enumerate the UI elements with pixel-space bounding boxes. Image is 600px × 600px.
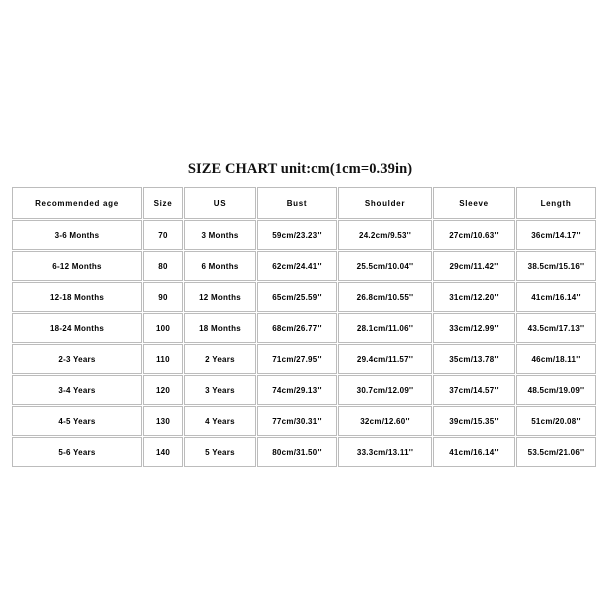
cell-recommended-age: 3-4 Years <box>12 375 142 405</box>
cell-shoulder: 29.4cm/11.57'' <box>338 344 432 374</box>
cell-bust: 77cm/30.31'' <box>257 406 337 436</box>
size-chart-table-container: Recommended age Size US Bust Shoulder Sl… <box>11 186 597 468</box>
cell-size: 80 <box>143 251 183 281</box>
table-row: 3-4 Years 120 3 Years 74cm/29.13'' 30.7c… <box>12 375 596 405</box>
column-header-sleeve: Sleeve <box>433 187 515 219</box>
cell-us: 4 Years <box>184 406 256 436</box>
cell-shoulder: 32cm/12.60'' <box>338 406 432 436</box>
column-header-length: Length <box>516 187 596 219</box>
cell-recommended-age: 4-5 Years <box>12 406 142 436</box>
cell-size: 130 <box>143 406 183 436</box>
cell-sleeve: 41cm/16.14'' <box>433 437 515 467</box>
cell-us: 12 Months <box>184 282 256 312</box>
column-header-shoulder: Shoulder <box>338 187 432 219</box>
cell-shoulder: 28.1cm/11.06'' <box>338 313 432 343</box>
table-row: 12-18 Months 90 12 Months 65cm/25.59'' 2… <box>12 282 596 312</box>
cell-shoulder: 30.7cm/12.09'' <box>338 375 432 405</box>
cell-length: 36cm/14.17'' <box>516 220 596 250</box>
column-header-bust: Bust <box>257 187 337 219</box>
cell-shoulder: 26.8cm/10.55'' <box>338 282 432 312</box>
cell-us: 6 Months <box>184 251 256 281</box>
cell-shoulder: 33.3cm/13.11'' <box>338 437 432 467</box>
cell-us: 3 Years <box>184 375 256 405</box>
cell-bust: 62cm/24.41'' <box>257 251 337 281</box>
cell-us: 3 Months <box>184 220 256 250</box>
cell-recommended-age: 3-6 Months <box>12 220 142 250</box>
table-header-row: Recommended age Size US Bust Shoulder Sl… <box>12 187 596 219</box>
cell-size: 140 <box>143 437 183 467</box>
table-row: 5-6 Years 140 5 Years 80cm/31.50'' 33.3c… <box>12 437 596 467</box>
cell-bust: 80cm/31.50'' <box>257 437 337 467</box>
cell-sleeve: 29cm/11.42'' <box>433 251 515 281</box>
size-chart-page: SIZE CHART unit:cm(1cm=0.39in) Recommend… <box>0 0 600 600</box>
cell-length: 48.5cm/19.09'' <box>516 375 596 405</box>
column-header-us: US <box>184 187 256 219</box>
cell-bust: 65cm/25.59'' <box>257 282 337 312</box>
cell-sleeve: 33cm/12.99'' <box>433 313 515 343</box>
column-header-size: Size <box>143 187 183 219</box>
cell-shoulder: 25.5cm/10.04'' <box>338 251 432 281</box>
table-row: 3-6 Months 70 3 Months 59cm/23.23'' 24.2… <box>12 220 596 250</box>
cell-recommended-age: 18-24 Months <box>12 313 142 343</box>
cell-sleeve: 35cm/13.78'' <box>433 344 515 374</box>
cell-bust: 68cm/26.77'' <box>257 313 337 343</box>
cell-size: 110 <box>143 344 183 374</box>
table-row: 6-12 Months 80 6 Months 62cm/24.41'' 25.… <box>12 251 596 281</box>
cell-size: 70 <box>143 220 183 250</box>
cell-recommended-age: 6-12 Months <box>12 251 142 281</box>
cell-bust: 59cm/23.23'' <box>257 220 337 250</box>
cell-size: 100 <box>143 313 183 343</box>
cell-us: 5 Years <box>184 437 256 467</box>
page-title: SIZE CHART unit:cm(1cm=0.39in) <box>187 161 413 177</box>
cell-sleeve: 39cm/15.35'' <box>433 406 515 436</box>
cell-sleeve: 37cm/14.57'' <box>433 375 515 405</box>
cell-us: 18 Months <box>184 313 256 343</box>
cell-length: 41cm/16.14'' <box>516 282 596 312</box>
cell-recommended-age: 5-6 Years <box>12 437 142 467</box>
size-chart-table: Recommended age Size US Bust Shoulder Sl… <box>11 186 597 468</box>
cell-bust: 71cm/27.95'' <box>257 344 337 374</box>
cell-recommended-age: 12-18 Months <box>12 282 142 312</box>
table-row: 2-3 Years 110 2 Years 71cm/27.95'' 29.4c… <box>12 344 596 374</box>
cell-length: 38.5cm/15.16'' <box>516 251 596 281</box>
cell-length: 46cm/18.11'' <box>516 344 596 374</box>
cell-sleeve: 27cm/10.63'' <box>433 220 515 250</box>
cell-length: 43.5cm/17.13'' <box>516 313 596 343</box>
cell-length: 51cm/20.08'' <box>516 406 596 436</box>
cell-length: 53.5cm/21.06'' <box>516 437 596 467</box>
cell-size: 120 <box>143 375 183 405</box>
cell-sleeve: 31cm/12.20'' <box>433 282 515 312</box>
cell-recommended-age: 2-3 Years <box>12 344 142 374</box>
cell-shoulder: 24.2cm/9.53'' <box>338 220 432 250</box>
table-row: 4-5 Years 130 4 Years 77cm/30.31'' 32cm/… <box>12 406 596 436</box>
column-header-recommended-age: Recommended age <box>12 187 142 219</box>
cell-size: 90 <box>143 282 183 312</box>
table-row: 18-24 Months 100 18 Months 68cm/26.77'' … <box>12 313 596 343</box>
cell-bust: 74cm/29.13'' <box>257 375 337 405</box>
cell-us: 2 Years <box>184 344 256 374</box>
